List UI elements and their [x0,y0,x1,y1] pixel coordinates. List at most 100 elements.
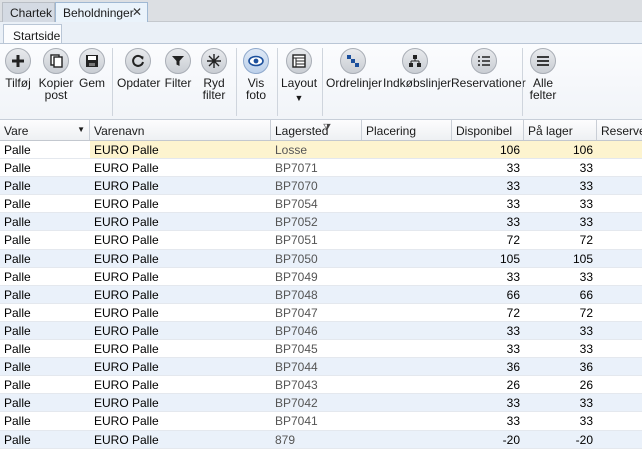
all-fields-button[interactable]: Alle felter [526,44,560,101]
cell-placering[interactable] [362,376,452,393]
column-header-vare[interactable]: Vare ▼ [0,120,90,140]
cell-placering[interactable] [362,304,452,321]
doc-tab-chartek[interactable]: Chartek [2,2,55,22]
cell-reserveret[interactable] [597,141,642,158]
layout-button[interactable]: Layout ▼ [281,44,317,104]
cell-reserveret[interactable] [597,250,642,267]
cell-varenavn[interactable]: EURO Palle [90,358,271,375]
cell-placering[interactable] [362,195,452,212]
cell-varenavn[interactable]: EURO Palle [90,141,271,158]
cell-lagersted[interactable]: BP7050 [271,250,362,267]
table-row[interactable]: Palle EURO Palle BP7048 66 66 [0,285,642,304]
cell-vare[interactable]: Palle [0,340,90,357]
cell-disponibel[interactable]: 33 [452,322,524,339]
cell-lagersted[interactable]: BP7052 [271,213,362,230]
cell-paa-lager[interactable]: 33 [524,340,597,357]
cell-reserveret[interactable] [597,159,642,176]
cell-lagersted[interactable]: BP7042 [271,394,362,411]
cell-lagersted[interactable]: 879 [271,431,362,448]
cell-disponibel[interactable]: 33 [452,195,524,212]
cell-placering[interactable] [362,250,452,267]
cell-varenavn[interactable]: EURO Palle [90,159,271,176]
column-header-varenavn[interactable]: Varenavn [90,120,271,140]
cell-vare[interactable]: Palle [0,195,90,212]
reservations-button[interactable]: Reservationer [451,44,526,89]
cell-lagersted[interactable]: BP7071 [271,159,362,176]
cell-placering[interactable] [362,412,452,429]
cell-varenavn[interactable]: EURO Palle [90,231,271,248]
cell-vare[interactable]: Palle [0,358,90,375]
cell-lagersted[interactable]: BP7070 [271,177,362,194]
cell-disponibel[interactable]: 33 [452,394,524,411]
cell-varenavn[interactable]: EURO Palle [90,412,271,429]
cell-reserveret[interactable] [597,376,642,393]
cell-placering[interactable] [362,340,452,357]
cell-reserveret[interactable] [597,304,642,321]
cell-disponibel[interactable]: 33 [452,268,524,285]
filter-button[interactable]: Filter [163,44,193,89]
cell-lagersted[interactable]: BP7046 [271,322,362,339]
cell-varenavn[interactable]: EURO Palle [90,431,271,448]
cell-lagersted[interactable]: BP7044 [271,358,362,375]
cell-placering[interactable] [362,268,452,285]
cell-varenavn[interactable]: EURO Palle [90,286,271,303]
cell-reserveret[interactable] [597,268,642,285]
cell-placering[interactable] [362,231,452,248]
cell-disponibel[interactable]: 36 [452,358,524,375]
table-row[interactable]: Palle EURO Palle BP7051 72 72 [0,231,642,250]
cell-vare[interactable]: Palle [0,304,90,321]
cell-paa-lager[interactable]: 33 [524,159,597,176]
cell-varenavn[interactable]: EURO Palle [90,177,271,194]
cell-disponibel[interactable]: 66 [452,286,524,303]
cell-reserveret[interactable] [597,412,642,429]
cell-disponibel[interactable]: 33 [452,412,524,429]
cell-paa-lager[interactable]: 66 [524,286,597,303]
cell-paa-lager[interactable]: 33 [524,195,597,212]
cell-lagersted[interactable]: BP7041 [271,412,362,429]
cell-varenavn[interactable]: EURO Palle [90,376,271,393]
cell-disponibel[interactable]: 26 [452,376,524,393]
dropdown-arrow-icon[interactable]: ▼ [77,125,85,134]
cell-paa-lager[interactable]: 33 [524,213,597,230]
cell-paa-lager[interactable]: 33 [524,394,597,411]
table-row[interactable]: Palle EURO Palle BP7070 33 33 [0,177,642,196]
column-header-placering[interactable]: Placering [362,120,452,140]
order-lines-button[interactable]: Ordrelinjer [326,44,382,89]
column-header-paa-lager[interactable]: På lager [524,120,597,140]
purchase-lines-button[interactable]: Indkøbslinjer [383,44,451,89]
cell-placering[interactable] [362,394,452,411]
cell-lagersted[interactable]: BP7051 [271,231,362,248]
save-button[interactable]: Gem [78,44,106,89]
cell-lagersted[interactable]: BP7054 [271,195,362,212]
funnel-icon[interactable]: ⧩ [323,122,331,133]
cell-reserveret[interactable] [597,358,642,375]
cell-vare[interactable]: Palle [0,159,90,176]
cell-disponibel[interactable]: 72 [452,304,524,321]
cell-reserveret[interactable] [597,431,642,448]
table-row[interactable]: Palle EURO Palle BP7043 26 26 [0,376,642,395]
cell-lagersted[interactable]: BP7048 [271,286,362,303]
table-row[interactable]: Palle EURO Palle BP7050 105 105 [0,249,642,268]
cell-paa-lager[interactable]: 36 [524,358,597,375]
cell-varenavn[interactable]: EURO Palle [90,304,271,321]
cell-vare[interactable]: Palle [0,376,90,393]
cell-lagersted[interactable]: BP7043 [271,376,362,393]
cell-vare[interactable]: Palle [0,213,90,230]
cell-paa-lager[interactable]: -20 [524,431,597,448]
cell-vare[interactable]: Palle [0,412,90,429]
table-row[interactable]: Palle EURO Palle Losse 106 106 [0,141,642,160]
table-row[interactable]: Palle EURO Palle BP7046 33 33 [0,321,642,341]
cell-reserveret[interactable] [597,394,642,411]
cell-vare[interactable]: Palle [0,141,90,158]
table-row[interactable]: Palle EURO Palle BP7049 33 33 [0,268,642,286]
cell-reserveret[interactable] [597,322,642,339]
show-photo-button[interactable]: Vis foto [241,44,271,101]
table-row[interactable]: Palle EURO Palle BP7071 33 33 [0,159,642,178]
cell-varenavn[interactable]: EURO Palle [90,250,271,267]
cell-paa-lager[interactable]: 106 [524,141,597,158]
cell-paa-lager[interactable]: 105 [524,250,597,267]
cell-lagersted[interactable]: Losse [271,141,362,158]
cell-vare[interactable]: Palle [0,177,90,194]
cell-placering[interactable] [362,159,452,176]
column-header-reserveret[interactable]: Reserver [597,120,642,140]
